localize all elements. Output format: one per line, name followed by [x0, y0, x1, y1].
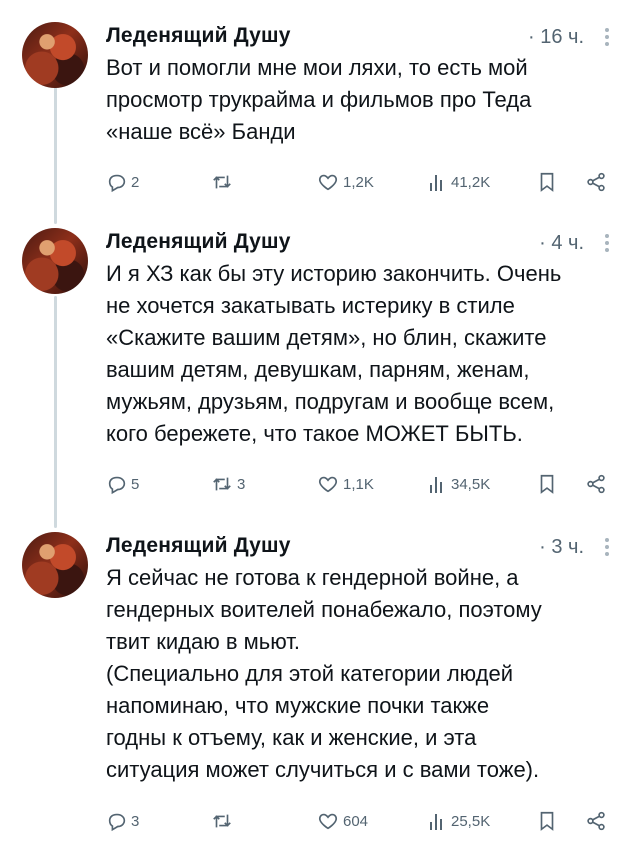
retweet-icon: [213, 814, 231, 828]
more-icon[interactable]: [604, 232, 610, 256]
action-bar: 3 604 25,5K: [106, 806, 618, 836]
avatar[interactable]: [22, 22, 88, 88]
retweet-button[interactable]: [210, 167, 237, 197]
reply-button[interactable]: 3: [106, 806, 139, 836]
views-count: 41,2K: [451, 173, 491, 191]
share-icon: [587, 172, 605, 192]
views-icon: [430, 814, 442, 830]
reply-count: 5: [131, 475, 140, 493]
timestamp[interactable]: · 3 ч.: [539, 536, 584, 559]
more-icon[interactable]: [604, 26, 610, 50]
bookmark-button[interactable]: [536, 167, 558, 197]
like-count: 604: [343, 812, 369, 830]
action-bar: 2 1,2K 41,2K: [106, 167, 618, 197]
retweet-icon: [213, 477, 231, 491]
share-button[interactable]: [584, 167, 608, 197]
author-name[interactable]: Леденящий Душу: [106, 24, 291, 48]
author-name[interactable]: Леденящий Душу: [106, 534, 291, 558]
avatar[interactable]: [22, 228, 88, 294]
retweet-button[interactable]: 3: [210, 469, 245, 499]
avatar[interactable]: [22, 532, 88, 598]
views-button[interactable]: 41,2K: [428, 167, 490, 197]
views-button[interactable]: 25,5K: [428, 806, 490, 836]
tweet-header: Леденящий Душу · 16 ч.: [106, 24, 616, 54]
retweet-button[interactable]: [210, 806, 237, 836]
bookmark-button[interactable]: [536, 469, 558, 499]
more-icon[interactable]: [604, 536, 610, 560]
like-count: 1,1K: [343, 475, 374, 493]
share-button[interactable]: [584, 806, 608, 836]
retweet-icon: [213, 175, 231, 189]
action-bar: 5 3 1,1K 34,5K: [106, 469, 618, 499]
reply-count: 2: [131, 173, 140, 191]
views-icon: [430, 477, 442, 493]
share-button[interactable]: [584, 469, 608, 499]
share-icon: [587, 811, 605, 831]
reply-icon: [108, 476, 126, 495]
bookmark-icon: [540, 172, 554, 192]
views-icon: [430, 175, 442, 191]
views-button[interactable]: 34,5K: [428, 469, 490, 499]
tweet-text: И я ХЗ как бы эту историю закончить. Оче…: [106, 261, 562, 446]
tweet[interactable]: Леденящий Душу · 4 ч. И я ХЗ как бы эту …: [0, 228, 640, 528]
views-count: 34,5K: [451, 475, 491, 493]
tweet-header: Леденящий Душу · 3 ч.: [106, 534, 616, 564]
like-icon: [318, 813, 338, 830]
tweet-text: Я сейчас не готова к гендерной войне, а …: [106, 565, 542, 782]
bookmark-button[interactable]: [536, 806, 558, 836]
reply-button[interactable]: 2: [106, 167, 139, 197]
like-button[interactable]: 604: [316, 806, 368, 836]
like-button[interactable]: 1,1K: [316, 469, 374, 499]
retweet-count: 3: [237, 475, 246, 493]
share-icon: [587, 474, 605, 494]
timestamp[interactable]: · 4 ч.: [539, 232, 584, 255]
author-name[interactable]: Леденящий Душу: [106, 230, 291, 254]
tweet[interactable]: Леденящий Душу · 16 ч. Вот и помогли мне…: [0, 22, 640, 222]
reply-icon: [108, 174, 126, 193]
bookmark-icon: [540, 474, 554, 494]
views-count: 25,5K: [451, 812, 491, 830]
like-count: 1,2K: [343, 173, 374, 191]
timestamp[interactable]: · 16 ч.: [528, 26, 584, 49]
like-button[interactable]: 1,2K: [316, 167, 374, 197]
tweet[interactable]: Леденящий Душу · 3 ч. Я сейчас не готова…: [0, 532, 640, 853]
reply-count: 3: [131, 812, 140, 830]
tweet-text: Вот и помогли мне мои ляхи, то есть мой …: [106, 55, 532, 144]
like-icon: [318, 174, 338, 191]
like-icon: [318, 476, 338, 493]
bookmark-icon: [540, 811, 554, 831]
tweet-header: Леденящий Душу · 4 ч.: [106, 230, 616, 260]
reply-button[interactable]: 5: [106, 469, 139, 499]
reply-icon: [108, 813, 126, 832]
